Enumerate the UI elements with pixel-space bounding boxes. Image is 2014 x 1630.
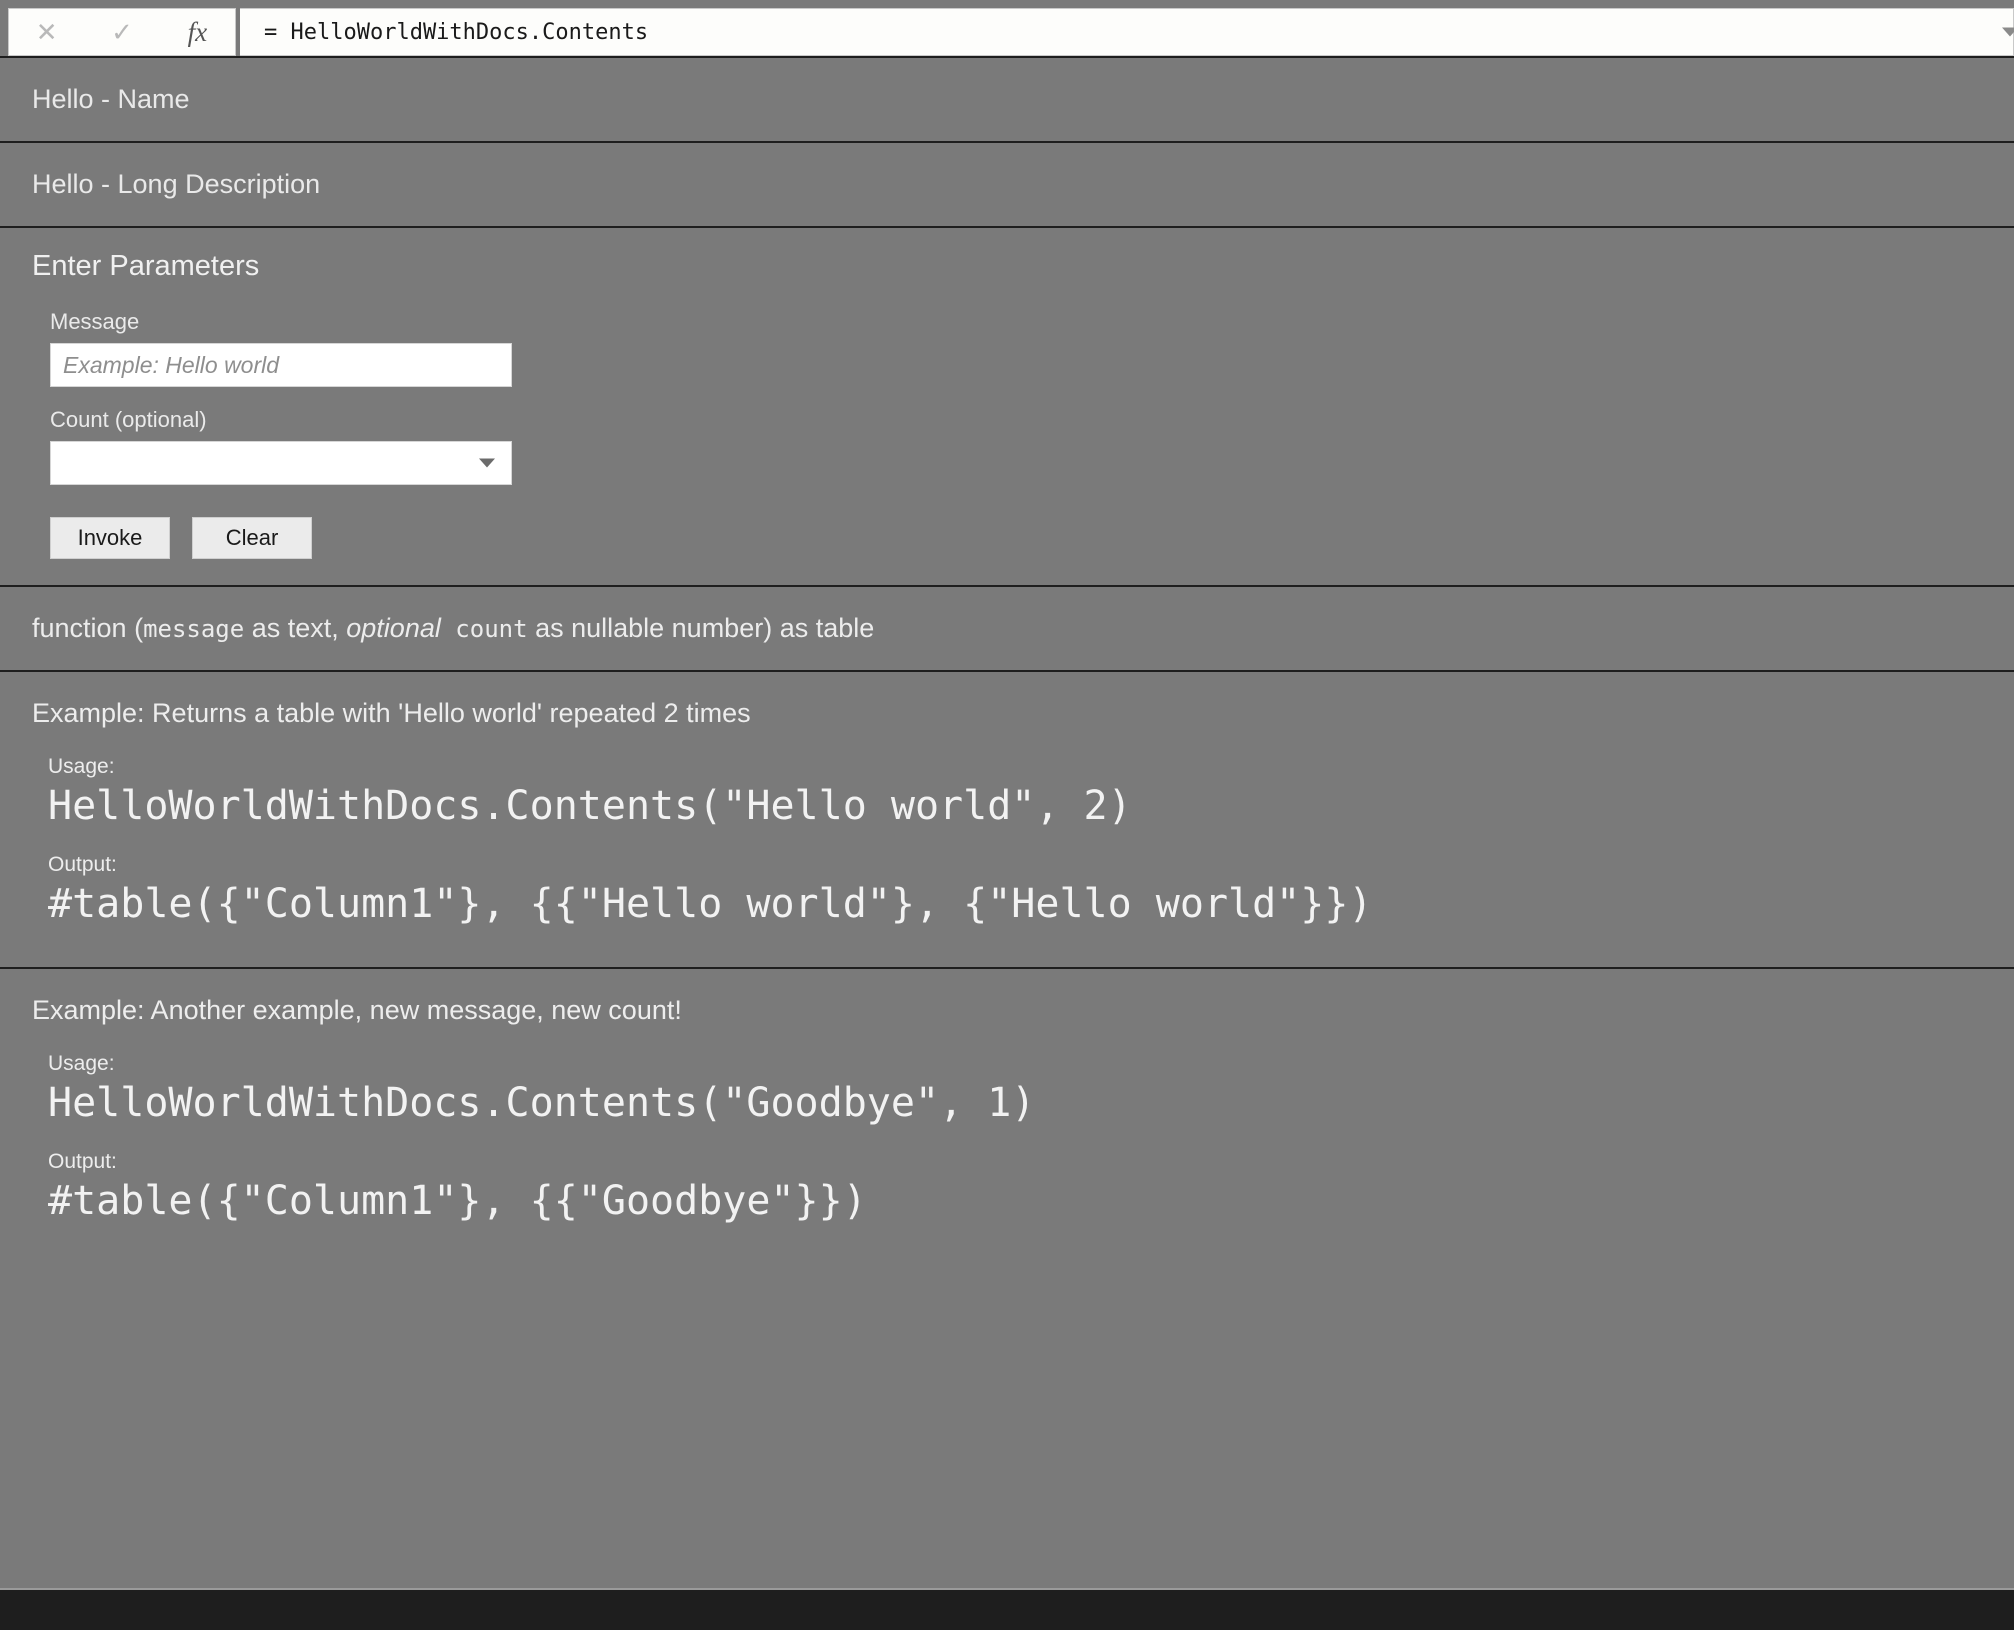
- formula-bar: ✕ ✓ fx: [0, 0, 2014, 56]
- formula-input[interactable]: [240, 19, 2013, 45]
- function-signature-section: function (message as text, optional coun…: [0, 585, 2014, 670]
- signature-param-count-type: as nullable number) as table: [527, 613, 875, 643]
- usage-label: Usage:: [48, 755, 115, 778]
- status-bar: [0, 1588, 2014, 1630]
- signature-param-message: message: [143, 615, 245, 643]
- field-count: Count (optional): [32, 407, 2014, 485]
- field-message: Message: [32, 309, 2014, 387]
- signature-optional-keyword: optional: [346, 613, 441, 643]
- example-1: Example: Returns a table with 'Hello wor…: [0, 670, 2014, 967]
- parameters-form: Enter Parameters Message Count (optional…: [0, 228, 2014, 585]
- enter-parameters-section: Enter Parameters Message Count (optional…: [0, 226, 2014, 585]
- signature-param-message-type: as text,: [244, 613, 347, 643]
- invoke-button[interactable]: Invoke: [50, 517, 170, 559]
- function-invocation-pane: ✕ ✓ fx Hello - Name Hello - Long Descrip…: [0, 0, 2014, 1630]
- example-title: Example: Another example, new message, n…: [32, 995, 682, 1025]
- example-body: Usage: HelloWorldWithDocs.Contents("Hell…: [0, 755, 2014, 929]
- chevron-down-icon[interactable]: [2002, 27, 2014, 37]
- usage-label: Usage:: [48, 1052, 115, 1075]
- example-2: Example: Another example, new message, n…: [0, 967, 2014, 1264]
- fx-icon[interactable]: fx: [160, 9, 235, 55]
- clear-button[interactable]: Clear: [192, 517, 312, 559]
- output-label: Output:: [48, 1150, 117, 1173]
- message-label: Message: [50, 309, 140, 334]
- output-code: #table({"Column1"}, {{"Goodbye"}}): [48, 1178, 867, 1224]
- check-icon[interactable]: ✓: [84, 9, 159, 55]
- example-title: Example: Returns a table with 'Hello wor…: [32, 698, 751, 728]
- signature-prefix: function (: [32, 613, 144, 643]
- output-label: Output:: [48, 853, 117, 876]
- usage-code: HelloWorldWithDocs.Contents("Hello world…: [48, 783, 1132, 829]
- parameters-buttons: Invoke Clear: [32, 517, 2014, 559]
- function-long-description: Hello - Long Description: [32, 169, 321, 199]
- function-name-section: Hello - Name: [0, 56, 2014, 141]
- function-description-section: Hello - Long Description: [0, 141, 2014, 226]
- count-dropdown[interactable]: [50, 441, 512, 485]
- function-name: Hello - Name: [32, 84, 190, 114]
- formula-bar-buttons: ✕ ✓ fx: [8, 8, 236, 56]
- close-icon[interactable]: ✕: [9, 9, 84, 55]
- function-signature: function (message as text, optional coun…: [0, 587, 2014, 670]
- formula-input-wrapper: [240, 8, 2014, 56]
- count-dropdown-value: [51, 442, 511, 450]
- chevron-down-icon[interactable]: [479, 458, 495, 468]
- signature-param-count: count: [440, 615, 528, 643]
- example-body: Usage: HelloWorldWithDocs.Contents("Good…: [0, 1052, 2014, 1226]
- output-code: #table({"Column1"}, {{"Hello world"}, {"…: [48, 881, 1373, 927]
- parameters-heading: Enter Parameters: [32, 250, 260, 282]
- usage-code: HelloWorldWithDocs.Contents("Goodbye", 1…: [48, 1080, 1036, 1126]
- field-spacer: [32, 387, 2014, 407]
- count-label: Count (optional): [50, 407, 207, 432]
- message-input[interactable]: [50, 343, 512, 387]
